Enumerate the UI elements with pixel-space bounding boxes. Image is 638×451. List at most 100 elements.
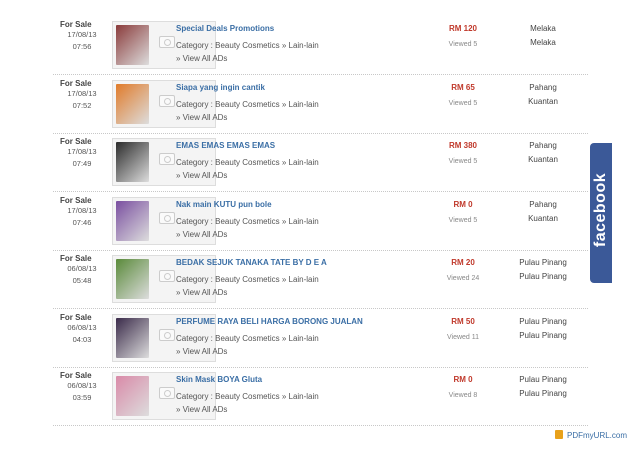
listing-state: Pulau Pinang <box>519 375 567 384</box>
listing-state: Pahang <box>529 141 557 150</box>
pdf-icon <box>555 430 563 439</box>
listing-row: For Sale 17/08/13 07:46 Nak main KUTU pun b… <box>53 193 588 251</box>
listing-category: Category : Beauty Cosmetics » Lain-lain <box>176 99 319 109</box>
product-image <box>116 317 149 358</box>
listing-state: Pahang <box>529 82 557 92</box>
camera-icon <box>159 36 175 48</box>
view-all-ads-link[interactable]: » View All ADs <box>176 288 227 297</box>
listing-type: For Sale <box>60 312 92 322</box>
listing-row: For Sale 17/08/13 07:52 Siapa yang ingin ca… <box>53 76 588 134</box>
listing-row: For Sale 06/08/13 04:03 PERFUME RAYA BELI H… <box>53 310 588 368</box>
listing-meta: For Sale 17/08/13 07:56 <box>60 20 104 53</box>
listing-city: Pulau Pinang <box>519 389 567 398</box>
listing-state: Pulau Pinang <box>519 316 567 326</box>
listing-meta: For Sale 06/08/13 05:48 <box>60 254 104 287</box>
listing-price: RM 0 <box>453 199 473 209</box>
listing-date: 17/08/13 <box>67 147 97 156</box>
listing-type: For Sale <box>60 78 92 88</box>
listing-views: Viewed 8 <box>448 392 478 399</box>
listing-title-link[interactable]: EMAS EMAS EMAS EMAS <box>176 141 275 150</box>
listing-title-link[interactable]: Nak main KUTU pun bole <box>176 200 272 209</box>
pdfmyurl-label: PDFmyURL.com <box>567 431 628 440</box>
listing-date: 17/08/13 <box>67 30 97 39</box>
view-all-ads-link[interactable]: » View All ADs <box>176 54 227 63</box>
listing-views: Viewed 24 <box>446 275 480 282</box>
listing-row: For Sale 17/08/13 07:49 EMAS EMAS EMAS EMAS… <box>53 134 588 192</box>
listing-price: RM 50 <box>451 316 475 326</box>
view-all-ads-link[interactable]: » View All ADs <box>176 171 227 180</box>
product-image <box>116 376 149 416</box>
listing-city: Melaka <box>530 38 556 47</box>
product-image <box>116 25 149 65</box>
listing-time: 03:59 <box>72 393 92 402</box>
listing-views: Viewed 5 <box>448 41 478 48</box>
listing-date: 06/08/13 <box>67 381 97 390</box>
listing-category: Category : Beauty Cosmetics » Lain-lain <box>176 333 319 343</box>
listing-state: Melaka <box>530 24 556 33</box>
product-image <box>116 259 149 299</box>
listing-title-link[interactable]: PERFUME RAYA BELI HARGA BORONG JUALAN <box>176 317 363 326</box>
product-image <box>116 200 149 241</box>
view-all-ads-link[interactable]: » View All ADs <box>176 230 227 239</box>
camera-icon <box>159 328 175 341</box>
listing-date: 06/08/13 <box>67 322 97 332</box>
listing-time: 05:48 <box>72 276 92 285</box>
camera-icon <box>159 94 175 107</box>
listing-meta: For Sale 17/08/13 07:46 <box>60 196 104 229</box>
listing-price: RM 20 <box>451 258 475 267</box>
facebook-tab[interactable]: facebook <box>590 143 612 283</box>
listing-title-link[interactable]: Skin Mask BOYA Gluta <box>176 375 262 384</box>
listing-meta: For Sale 06/08/13 03:59 <box>60 371 104 404</box>
facebook-tab-label: facebook <box>592 172 609 248</box>
camera-icon <box>159 153 175 165</box>
pdfmyurl-badge[interactable]: PDFmyURL.com <box>555 430 627 440</box>
camera-icon <box>159 387 175 399</box>
view-all-ads-link[interactable]: » View All ADs <box>176 347 227 356</box>
listing-category: Category : Beauty Cosmetics » Lain-lain <box>176 275 319 284</box>
listing-type: For Sale <box>60 137 92 146</box>
product-image <box>116 142 149 182</box>
listing-meta: For Sale 17/08/13 07:52 <box>60 79 104 112</box>
camera-icon <box>159 211 175 224</box>
listing-type: For Sale <box>60 20 92 29</box>
listing-price: RM 65 <box>451 82 475 92</box>
listing-row: For Sale 17/08/13 07:56 Special Deals Promo… <box>53 17 588 75</box>
listing-city: Pulau Pinang <box>519 272 567 281</box>
listing-row: For Sale 06/08/13 05:48 BEDAK SEJUK TANAKA … <box>53 251 588 309</box>
listing-time: 07:46 <box>72 217 92 227</box>
product-image <box>116 83 149 124</box>
listing-type: For Sale <box>60 371 92 380</box>
listing-category: Category : Beauty Cosmetics » Lain-lain <box>176 392 319 401</box>
listing-title-link[interactable]: Special Deals Promotions <box>176 24 274 33</box>
listing-views: Viewed 5 <box>448 216 478 224</box>
listing-city: Pulau Pinang <box>519 330 567 340</box>
listing-type: For Sale <box>60 195 92 205</box>
listing-meta: For Sale 06/08/13 04:03 <box>60 313 104 346</box>
listing-category: Category : Beauty Cosmetics » Lain-lain <box>176 41 319 50</box>
listing-time: 07:49 <box>72 159 92 168</box>
listing-type: For Sale <box>60 254 92 263</box>
listing-title-link[interactable]: Siapa yang ingin cantik <box>176 83 265 92</box>
view-all-ads-link[interactable]: » View All ADs <box>176 113 227 122</box>
row-divider <box>53 425 588 426</box>
listing-views: Viewed 11 <box>446 333 480 341</box>
listing-price: RM 0 <box>453 375 473 384</box>
listing-city: Kuantan <box>528 96 558 106</box>
listing-city: Kuantan <box>528 155 558 164</box>
listing-time: 07:56 <box>72 42 92 51</box>
listing-date: 17/08/13 <box>67 88 97 98</box>
listing-title-link[interactable]: BEDAK SEJUK TANAKA TATE BY D E A <box>176 258 327 267</box>
listing-time: 07:52 <box>72 100 92 110</box>
listing-views: Viewed 5 <box>448 99 478 107</box>
listing-views: Viewed 5 <box>448 158 478 165</box>
listing-row: For Sale 06/08/13 03:59 Skin Mask BOYA Glut… <box>53 368 588 426</box>
view-all-ads-link[interactable]: » View All ADs <box>176 405 227 414</box>
listing-time: 04:03 <box>72 334 92 344</box>
listing-state: Pahang <box>529 199 557 209</box>
listing-meta: For Sale 17/08/13 07:49 <box>60 137 104 170</box>
listing-date: 17/08/13 <box>67 205 97 215</box>
listing-state: Pulau Pinang <box>519 258 567 267</box>
listing-category: Category : Beauty Cosmetics » Lain-lain <box>176 158 319 167</box>
camera-icon <box>159 270 175 282</box>
listing-price: RM 380 <box>448 141 477 150</box>
